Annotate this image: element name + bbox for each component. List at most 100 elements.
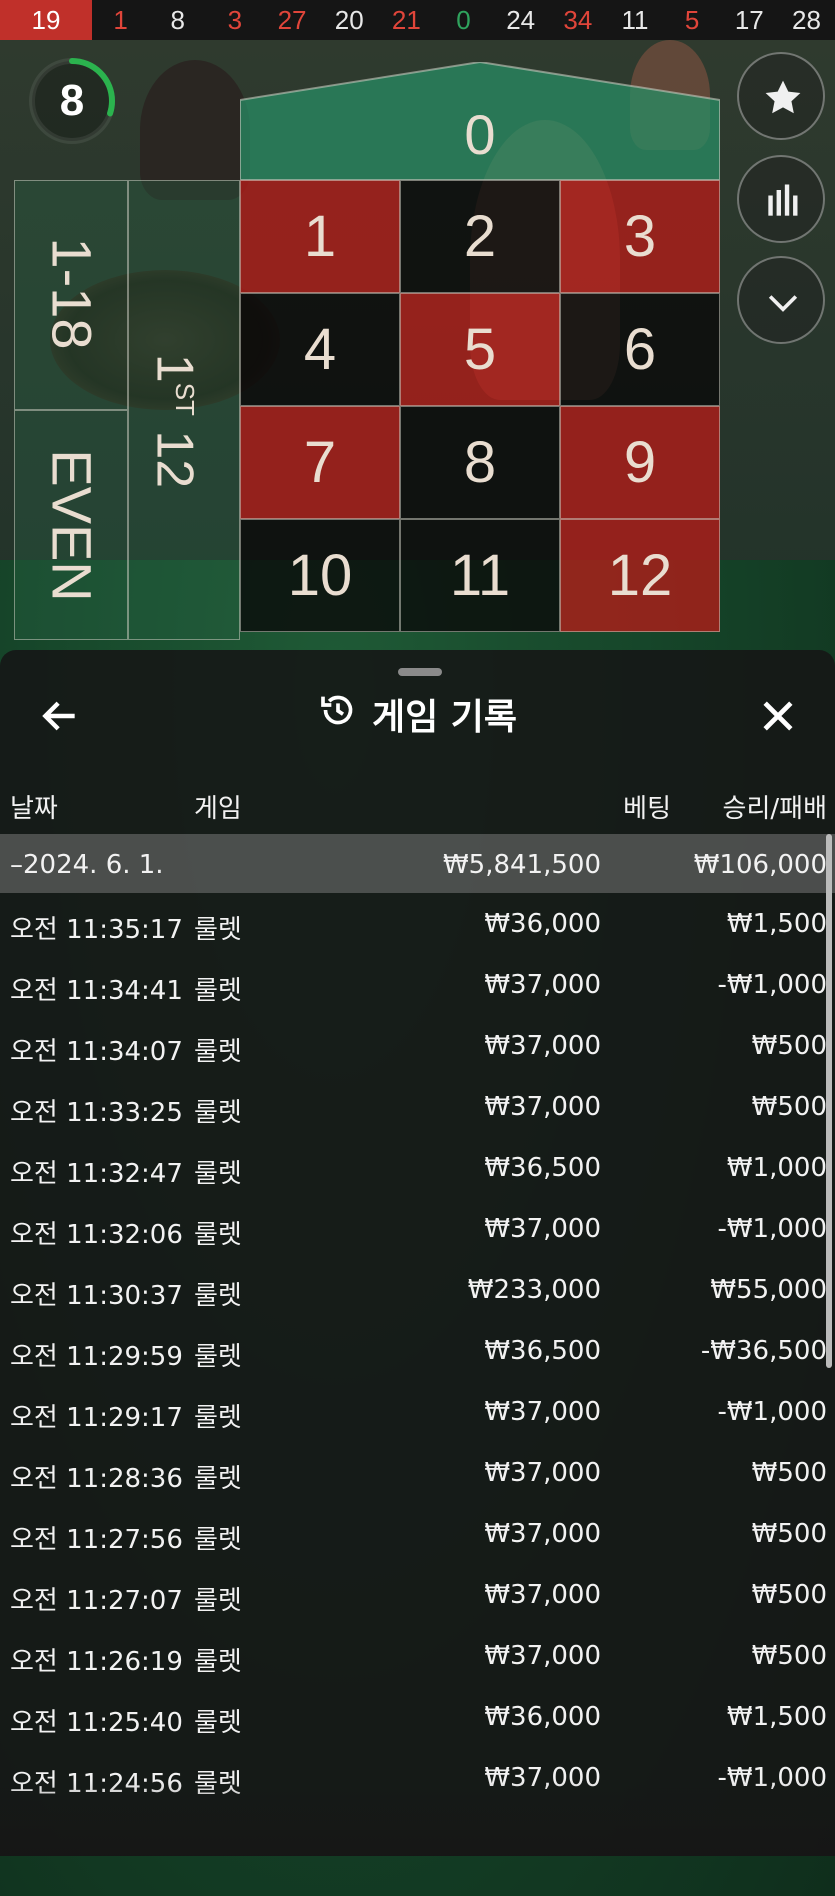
row-bet: ₩37,000 bbox=[484, 1580, 601, 1610]
row-bet: ₩36,500 bbox=[484, 1336, 601, 1366]
header-result: 승리/패배 bbox=[722, 794, 827, 824]
row-time: 오전 11:34:41 bbox=[10, 976, 183, 1006]
row-game: 룰렛 bbox=[194, 1281, 242, 1311]
history-number: 28 bbox=[791, 4, 821, 35]
history-row[interactable]: 오전 11:29:17 룰렛 ₩37,000 -₩1,000 bbox=[0, 1381, 835, 1442]
number-cell-2[interactable]: 2 bbox=[400, 180, 560, 293]
panel-title: 게임 기록 bbox=[0, 688, 835, 740]
row-result: ₩500 bbox=[751, 1092, 827, 1122]
history-number: 24 bbox=[506, 4, 536, 35]
header-bet: 베팅 bbox=[623, 794, 671, 824]
row-game: 룰렛 bbox=[194, 1708, 242, 1738]
history-row[interactable]: 오전 11:27:07 룰렛 ₩37,000 ₩500 bbox=[0, 1564, 835, 1625]
number-cell-8[interactable]: 8 bbox=[400, 406, 560, 519]
number-cell-11[interactable]: 11 bbox=[400, 519, 560, 632]
row-game: 룰렛 bbox=[194, 1647, 242, 1677]
row-game: 룰렛 bbox=[194, 1159, 242, 1189]
row-bet: ₩37,000 bbox=[484, 1641, 601, 1671]
row-bet: ₩36,000 bbox=[484, 909, 601, 939]
chevron-down-icon bbox=[768, 295, 798, 312]
number-cell-3[interactable]: 3 bbox=[560, 180, 720, 293]
row-time: 오전 11:33:25 bbox=[10, 1098, 183, 1128]
even-bet-area[interactable]: EVEN bbox=[14, 410, 128, 640]
low-bet-area[interactable]: 1-18 bbox=[14, 180, 128, 410]
row-time: 오전 11:30:37 bbox=[10, 1281, 183, 1311]
summary-result: ₩106,000 bbox=[693, 850, 827, 880]
row-bet: ₩36,000 bbox=[484, 1702, 601, 1732]
row-result: ₩500 bbox=[751, 1031, 827, 1061]
zero-pocket[interactable] bbox=[240, 62, 720, 182]
first-dozen-sup: ST bbox=[170, 382, 200, 416]
history-number: 1 bbox=[113, 4, 128, 35]
date-summary-row[interactable]: –2024. 6. 1. ₩5,841,500 ₩106,000 bbox=[0, 834, 835, 893]
history-row[interactable]: 오전 11:32:06 룰렛 ₩37,000 -₩1,000 bbox=[0, 1198, 835, 1259]
timer-value: 8 bbox=[59, 76, 85, 125]
row-result: -₩1,000 bbox=[717, 970, 827, 1000]
close-button[interactable] bbox=[756, 694, 800, 738]
collapse-button[interactable] bbox=[737, 256, 825, 344]
history-row[interactable]: 오전 11:30:37 룰렛 ₩233,000 ₩55,000 bbox=[0, 1259, 835, 1320]
number-cell-5[interactable]: 5 bbox=[400, 293, 560, 406]
row-game: 룰렛 bbox=[194, 1342, 242, 1372]
scrollbar[interactable] bbox=[826, 834, 832, 1368]
row-game: 룰렛 bbox=[194, 1403, 242, 1433]
row-time: 오전 11:28:36 bbox=[10, 1464, 183, 1494]
row-bet: ₩37,000 bbox=[484, 1519, 601, 1549]
row-time: 오전 11:29:17 bbox=[10, 1403, 183, 1433]
row-result: -₩1,000 bbox=[717, 1214, 827, 1244]
history-number: 34 bbox=[563, 4, 593, 35]
row-game: 룰렛 bbox=[194, 1525, 242, 1555]
row-game: 룰렛 bbox=[194, 976, 242, 1006]
history-row[interactable]: 오전 11:29:59 룰렛 ₩36,500 -₩36,500 bbox=[0, 1320, 835, 1381]
number-cell-1[interactable]: 1 bbox=[240, 180, 400, 293]
row-game: 룰렛 bbox=[194, 1586, 242, 1616]
row-result: ₩1,500 bbox=[726, 909, 827, 939]
header-game: 게임 bbox=[194, 794, 242, 824]
row-time: 오전 11:34:07 bbox=[10, 1037, 183, 1067]
row-time: 오전 11:29:59 bbox=[10, 1342, 183, 1372]
statistics-button[interactable] bbox=[737, 155, 825, 243]
row-bet: ₩37,000 bbox=[484, 970, 601, 1000]
row-time: 오전 11:25:40 bbox=[10, 1708, 183, 1738]
number-cell-6[interactable]: 6 bbox=[560, 293, 720, 406]
number-cell-7[interactable]: 7 bbox=[240, 406, 400, 519]
history-number: 8 bbox=[170, 4, 185, 35]
history-rows: 오전 11:35:17 룰렛 ₩36,000 ₩1,500 오전 11:34:41 룰렛 ₩… bbox=[0, 893, 835, 1808]
row-result: -₩36,500 bbox=[700, 1336, 827, 1366]
history-number: 0 bbox=[456, 4, 471, 35]
history-number: 11 bbox=[621, 4, 649, 35]
row-time: 오전 11:27:56 bbox=[10, 1525, 183, 1555]
row-result: ₩500 bbox=[751, 1641, 827, 1671]
history-number: 21 bbox=[391, 4, 421, 35]
history-list: –2024. 6. 1. ₩5,841,500 ₩106,000 오전 11:3… bbox=[0, 834, 835, 1808]
number-cell-4[interactable]: 4 bbox=[240, 293, 400, 406]
number-cell-9[interactable]: 9 bbox=[560, 406, 720, 519]
row-game: 룰렛 bbox=[194, 1220, 242, 1250]
favorites-button[interactable] bbox=[737, 52, 825, 140]
row-game: 룰렛 bbox=[194, 915, 242, 945]
bottom-fade bbox=[0, 1780, 835, 1856]
number-cell-10[interactable]: 10 bbox=[240, 519, 400, 632]
history-row[interactable]: 오전 11:33:25 룰렛 ₩37,000 ₩500 bbox=[0, 1076, 835, 1137]
history-row[interactable]: 오전 11:32:47 룰렛 ₩36,500 ₩1,000 bbox=[0, 1137, 835, 1198]
history-row[interactable]: 오전 11:34:41 룰렛 ₩37,000 -₩1,000 bbox=[0, 954, 835, 1015]
history-row[interactable]: 오전 11:35:17 룰렛 ₩36,000 ₩1,500 bbox=[0, 893, 835, 954]
row-time: 오전 11:35:17 bbox=[10, 915, 183, 945]
low-bet-label: 1-18 bbox=[40, 237, 104, 350]
even-bet-label: EVEN bbox=[40, 449, 104, 602]
row-bet: ₩36,500 bbox=[484, 1153, 601, 1183]
history-row[interactable]: 오전 11:34:07 룰렛 ₩37,000 ₩500 bbox=[0, 1015, 835, 1076]
game-history-panel: 게임 기록 날짜 게임 베팅 승리/패배 –2024. 6. 1. ₩5,841… bbox=[0, 650, 835, 1856]
history-number: 3 bbox=[227, 4, 243, 35]
first-dozen-area[interactable]: 1ST 12 bbox=[128, 180, 240, 640]
history-row[interactable]: 오전 11:26:19 룰렛 ₩37,000 ₩500 bbox=[0, 1625, 835, 1686]
number-cell-12[interactable]: 12 bbox=[560, 519, 720, 632]
row-result: ₩500 bbox=[751, 1519, 827, 1549]
row-result: ₩55,000 bbox=[710, 1275, 827, 1305]
history-row[interactable]: 오전 11:25:40 룰렛 ₩36,000 ₩1,500 bbox=[0, 1686, 835, 1747]
header-date: 날짜 bbox=[10, 794, 58, 824]
history-row[interactable]: 오전 11:28:36 룰렛 ₩37,000 ₩500 bbox=[0, 1442, 835, 1503]
history-row[interactable]: 오전 11:27:56 룰렛 ₩37,000 ₩500 bbox=[0, 1503, 835, 1564]
bet-timer: 8 bbox=[26, 55, 118, 147]
drag-handle[interactable] bbox=[398, 668, 442, 676]
